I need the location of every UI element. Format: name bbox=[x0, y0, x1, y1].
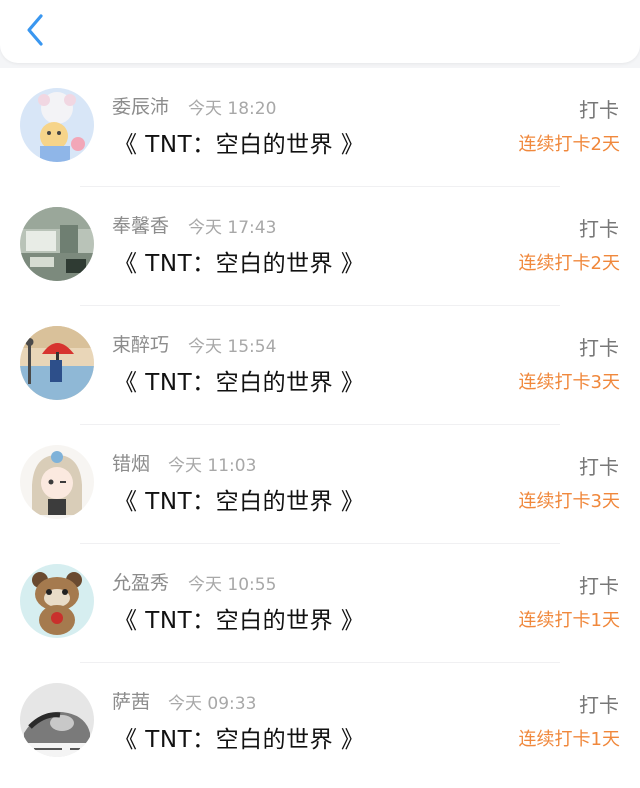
streak-badge: 连续打卡1天 bbox=[518, 729, 620, 750]
book-title: 《 TNT：空白的世界 》 bbox=[114, 251, 365, 277]
list-item[interactable]: 束醉巧 今天 15:54 《 TNT：空白的世界 》 打卡 连续打卡3天 bbox=[0, 306, 640, 425]
list-item[interactable]: 错烟 今天 11:03 《 TNT：空白的世界 》 打卡 连续打卡3天 bbox=[0, 425, 640, 544]
checkin-time: 今天 17:43 bbox=[188, 218, 277, 238]
user-name[interactable]: 萨茜 bbox=[112, 687, 150, 714]
avatar[interactable] bbox=[20, 88, 94, 162]
checkin-action[interactable]: 打卡 bbox=[579, 451, 619, 480]
streak-badge: 连续打卡1天 bbox=[518, 610, 620, 631]
list-item[interactable]: 委辰沛 今天 18:20 《 TNT：空白的世界 》 打卡 连续打卡2天 bbox=[0, 68, 640, 187]
user-name[interactable]: 允盈秀 bbox=[112, 568, 169, 595]
user-name[interactable]: 错烟 bbox=[112, 449, 150, 476]
red-umbrella-avatar-icon bbox=[20, 326, 94, 400]
raccoon-toy-avatar-icon bbox=[20, 564, 94, 638]
streak-badge: 连续打卡2天 bbox=[518, 134, 620, 155]
room-photo-avatar-icon bbox=[20, 207, 94, 281]
list-item[interactable]: 允盈秀 今天 10:55 《 TNT：空白的世界 》 打卡 连续打卡1天 bbox=[0, 544, 640, 663]
bw-portrait-avatar-icon bbox=[20, 683, 94, 757]
checkin-action[interactable]: 打卡 bbox=[579, 94, 619, 123]
user-name[interactable]: 委辰沛 bbox=[112, 92, 169, 119]
checkin-action[interactable]: 打卡 bbox=[579, 213, 619, 242]
book-title: 《 TNT：空白的世界 》 bbox=[114, 489, 365, 515]
checkin-time: 今天 10:55 bbox=[188, 575, 277, 595]
user-name[interactable]: 束醉巧 bbox=[112, 330, 169, 357]
user-name[interactable]: 奉馨香 bbox=[112, 211, 169, 238]
book-title: 《 TNT：空白的世界 》 bbox=[114, 608, 365, 634]
streak-badge: 连续打卡3天 bbox=[518, 372, 620, 393]
checkin-time: 今天 11:03 bbox=[168, 456, 257, 476]
checkin-action[interactable]: 打卡 bbox=[579, 689, 619, 718]
avatar[interactable] bbox=[20, 683, 94, 757]
checkin-action[interactable]: 打卡 bbox=[579, 570, 619, 599]
chevron-left-icon bbox=[27, 14, 43, 46]
book-title: 《 TNT：空白的世界 》 bbox=[114, 370, 365, 396]
list-item[interactable]: 萨茜 今天 09:33 《 TNT：空白的世界 》 打卡 连续打卡1天 bbox=[0, 663, 640, 782]
streak-badge: 连续打卡3天 bbox=[518, 491, 620, 512]
checkin-time: 今天 15:54 bbox=[188, 337, 277, 357]
checkin-action[interactable]: 打卡 bbox=[579, 332, 619, 361]
top-bar bbox=[0, 0, 640, 63]
cartoon-bear-avatar-icon bbox=[20, 88, 94, 162]
avatar[interactable] bbox=[20, 564, 94, 638]
avatar[interactable] bbox=[20, 326, 94, 400]
checkin-list: 委辰沛 今天 18:20 《 TNT：空白的世界 》 打卡 连续打卡2天 奉馨香… bbox=[0, 68, 640, 788]
checkin-time: 今天 18:20 bbox=[188, 99, 277, 119]
back-button[interactable] bbox=[22, 12, 50, 48]
checkin-time: 今天 09:33 bbox=[168, 694, 257, 714]
book-title: 《 TNT：空白的世界 》 bbox=[114, 727, 365, 753]
avatar[interactable] bbox=[20, 207, 94, 281]
book-title: 《 TNT：空白的世界 》 bbox=[114, 132, 365, 158]
list-item[interactable]: 奉馨香 今天 17:43 《 TNT：空白的世界 》 打卡 连续打卡2天 bbox=[0, 187, 640, 306]
avatar[interactable] bbox=[20, 445, 94, 519]
anime-girl-avatar-icon bbox=[20, 445, 94, 519]
streak-badge: 连续打卡2天 bbox=[518, 253, 620, 274]
